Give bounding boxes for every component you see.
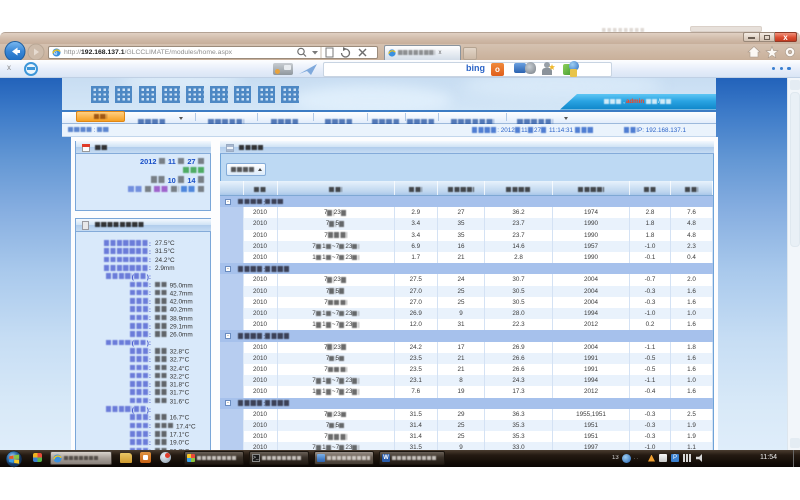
svg-text:e: e (54, 50, 58, 57)
